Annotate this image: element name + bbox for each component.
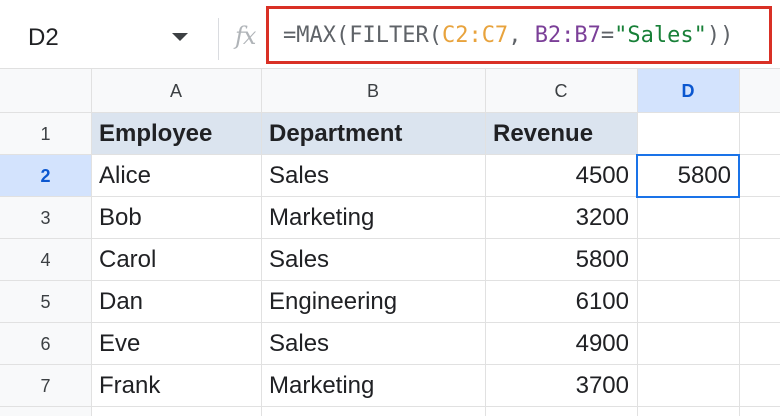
select-all-corner[interactable] — [0, 69, 91, 113]
column-header-filler — [739, 69, 780, 113]
cell-b1[interactable]: Department — [261, 113, 485, 155]
gridline — [0, 280, 780, 281]
cell-d1[interactable] — [637, 113, 739, 155]
formula-token: , — [508, 23, 535, 48]
formula-token: =MAX(FILTER( — [283, 23, 442, 48]
gridline — [0, 364, 780, 365]
cell-b2[interactable]: Sales — [261, 155, 485, 197]
name-box-value: D2 — [28, 24, 59, 51]
gridline — [0, 112, 780, 113]
row-header-1[interactable]: 1 — [0, 113, 91, 155]
cell-b6[interactable]: Sales — [261, 323, 485, 365]
cell-c4[interactable]: 5800 — [485, 239, 637, 281]
cell-b3[interactable]: Marketing — [261, 197, 485, 239]
column-header-a[interactable]: A — [91, 69, 261, 113]
gridline — [0, 322, 780, 323]
cell-a3[interactable]: Bob — [91, 197, 261, 239]
row-header-6[interactable]: 6 — [0, 323, 91, 365]
cell-b5[interactable]: Engineering — [261, 281, 485, 323]
cell-a2[interactable]: Alice — [91, 155, 261, 197]
cell-a4[interactable]: Carol — [91, 239, 261, 281]
cell-c5[interactable]: 6100 — [485, 281, 637, 323]
column-header-d[interactable]: D — [637, 69, 739, 113]
cell-b4[interactable]: Sales — [261, 239, 485, 281]
row-header-2[interactable]: 2 — [0, 155, 91, 197]
cell-d7[interactable] — [637, 365, 739, 407]
cell-a1[interactable]: Employee — [91, 113, 261, 155]
row-header-7[interactable]: 7 — [0, 365, 91, 407]
row-header-5[interactable]: 5 — [0, 281, 91, 323]
cell-c7[interactable]: 3700 — [485, 365, 637, 407]
formula-token: B2:B7 — [534, 23, 601, 48]
row-header-3[interactable]: 3 — [0, 197, 91, 239]
cell-c2[interactable]: 4500 — [485, 155, 637, 197]
row-header-filler — [0, 407, 91, 416]
cell-d6[interactable] — [637, 323, 739, 365]
name-box[interactable]: D2 — [10, 10, 213, 66]
formula-token: C2:C7 — [441, 23, 509, 48]
formula-text: =MAX(FILTER(C2:C7, B2:B7="Sales")) — [283, 23, 733, 48]
formula-input[interactable]: =MAX(FILTER(C2:C7, B2:B7="Sales")) — [266, 6, 772, 64]
gridline — [0, 406, 780, 407]
cell-d5[interactable] — [637, 281, 739, 323]
cell-c1[interactable]: Revenue — [485, 113, 637, 155]
column-header-b[interactable]: B — [261, 69, 485, 113]
row-header-4[interactable]: 4 — [0, 239, 91, 281]
selected-cell-outline — [636, 154, 740, 198]
cell-c6[interactable]: 4900 — [485, 323, 637, 365]
spreadsheet-grid[interactable]: A B C D 1 2 3 4 5 6 7 Employee Department Revenue Alic… — [0, 69, 780, 416]
cell-c3[interactable]: 3200 — [485, 197, 637, 239]
divider — [218, 18, 219, 60]
cell-a6[interactable]: Eve — [91, 323, 261, 365]
chevron-down-icon[interactable] — [172, 33, 188, 41]
column-header-c[interactable]: C — [485, 69, 637, 113]
cell-d3[interactable] — [637, 197, 739, 239]
cell-d4[interactable] — [637, 239, 739, 281]
formula-token: = — [600, 23, 615, 48]
formula-token: )) — [706, 23, 734, 48]
cell-a5[interactable]: Dan — [91, 281, 261, 323]
formula-bar-area: D2 fx =MAX(FILTER(C2:C7, B2:B7="Sales")) — [0, 0, 780, 70]
gridline — [0, 238, 780, 239]
fx-icon: fx — [235, 22, 256, 50]
formula-token: "Sales" — [614, 23, 707, 48]
cell-a7[interactable]: Frank — [91, 365, 261, 407]
cell-b7[interactable]: Marketing — [261, 365, 485, 407]
